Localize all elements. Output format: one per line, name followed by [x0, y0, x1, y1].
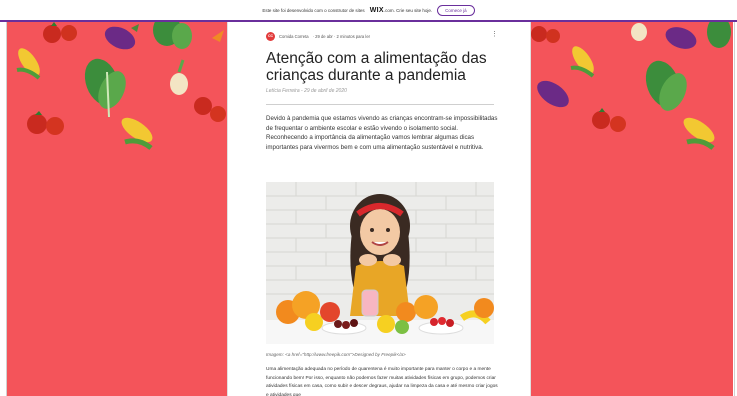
blog-post: CC Comida Correta · 29 de abr · 2 minuto… — [227, 22, 531, 396]
start-now-button[interactable]: Comece já — [437, 4, 475, 16]
wix-promo-banner: Este site foi desenvolvido com o constru… — [0, 0, 737, 22]
leafy-green-icon — [153, 22, 192, 49]
left-decorative-background — [7, 22, 227, 396]
post-byline: Letícia Ferreira - 29 de abril de 2020 — [266, 88, 347, 94]
post-intro: Devido à pandemia que estamos vivendo as… — [266, 115, 498, 152]
author-name[interactable]: Comida Correta — [279, 34, 309, 39]
eggplant-icon — [537, 80, 569, 108]
corn-icon — [16, 48, 41, 80]
tomato-icon — [43, 22, 77, 43]
post-title: Atenção com a alimentação das crianças d… — [266, 50, 487, 84]
tomato-icon — [194, 97, 226, 122]
leafy-green-icon — [645, 60, 687, 111]
eggplant-icon — [665, 27, 697, 49]
leafy-green-icon — [84, 58, 126, 118]
post-body-paragraph: Uma alimentação adequada no período de q… — [266, 367, 498, 396]
wix-banner-text-after: .com. Crie seu site hoje. — [383, 7, 433, 13]
eggplant-icon — [104, 24, 139, 50]
leafy-green-icon — [707, 22, 731, 48]
vegetable-pattern-right — [531, 22, 731, 150]
author-avatar[interactable]: CC — [266, 31, 275, 41]
corn-icon — [570, 46, 595, 78]
wix-banner-text: Este site foi desenvolvido com o constru… — [262, 7, 365, 13]
corn-icon — [683, 117, 715, 150]
post-image — [266, 182, 494, 344]
divider — [266, 104, 494, 105]
post-meta: CC Comida Correta · 29 de abr · 2 minuto… — [266, 31, 498, 41]
more-options-icon[interactable]: ⋮ — [491, 30, 498, 38]
tomato-icon — [27, 111, 64, 135]
carrot-icon — [212, 30, 224, 42]
tomato-icon — [531, 26, 560, 43]
corn-icon — [121, 117, 153, 150]
onion-icon — [631, 23, 647, 41]
onion-icon — [170, 59, 188, 95]
post-date-readtime: · 29 de abr · 2 minutos para ler — [312, 33, 371, 39]
right-decorative-background — [531, 22, 733, 396]
image-caption: Imagem: <a href="http://www.freepik.com"… — [266, 352, 406, 357]
girl-with-fruits-image — [266, 182, 494, 344]
wix-logo: WIX — [369, 6, 384, 14]
vegetable-pattern-left — [16, 22, 226, 150]
tomato-icon — [592, 108, 626, 132]
